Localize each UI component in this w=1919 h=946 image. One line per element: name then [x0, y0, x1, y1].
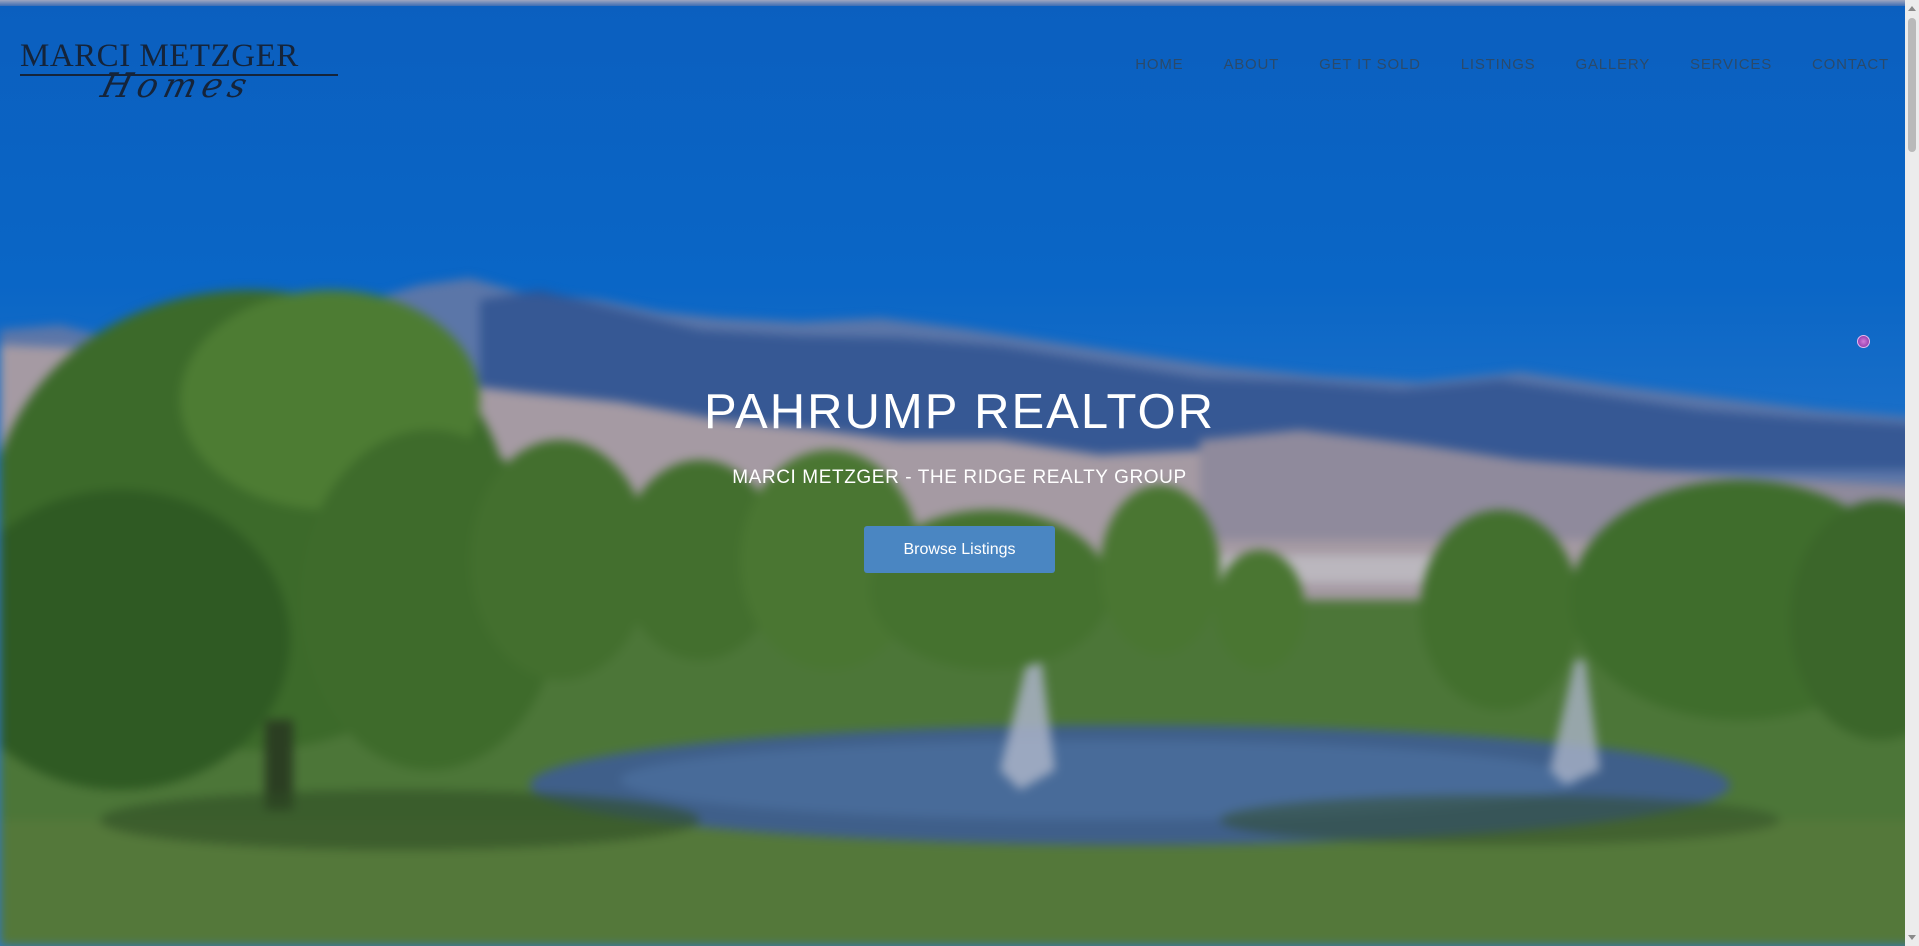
logo-script-text: Homes [97, 66, 257, 106]
nav-listings[interactable]: LISTINGS [1461, 56, 1536, 73]
window-top-rim [0, 0, 1919, 6]
main-navigation: HOME ABOUT GET IT SOLD LISTINGS GALLERY … [1095, 56, 1889, 73]
hero-title: PAHRUMP REALTOR [703, 385, 1216, 439]
nav-gallery[interactable]: GALLERY [1575, 56, 1650, 73]
nav-contact[interactable]: CONTACT [1812, 56, 1889, 73]
nav-services[interactable]: SERVICES [1690, 56, 1772, 73]
page: MARCI METZGER Homes HOME ABOUT GET IT SO… [0, 0, 1919, 946]
browse-listings-button[interactable]: Browse Listings [864, 526, 1055, 573]
scroll-up-arrow-icon[interactable] [1908, 6, 1916, 11]
hero-subtitle: MARCI METZGER - THE RIDGE REALTY GROUP [732, 467, 1187, 488]
scroll-down-arrow-icon[interactable] [1908, 935, 1916, 940]
site-logo[interactable]: MARCI METZGER Homes [20, 36, 338, 106]
nav-home[interactable]: HOME [1135, 56, 1183, 73]
nav-about[interactable]: ABOUT [1223, 56, 1279, 73]
scrollbar-thumb[interactable] [1908, 18, 1916, 152]
floating-widget-dot[interactable] [1857, 335, 1870, 348]
vertical-scrollbar[interactable] [1905, 0, 1919, 946]
nav-get-it-sold[interactable]: GET IT SOLD [1319, 56, 1421, 73]
